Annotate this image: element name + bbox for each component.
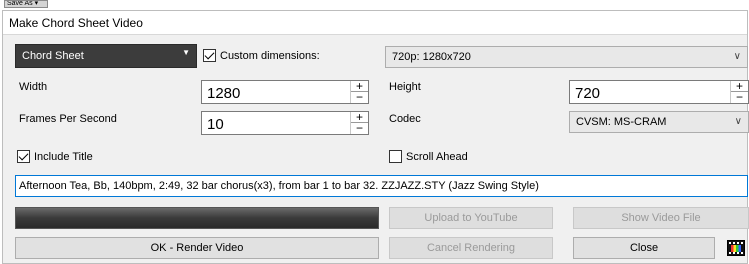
cancel-rendering-button[interactable]: Cancel Rendering bbox=[389, 237, 553, 259]
custom-dimensions-label: Custom dimensions: bbox=[220, 50, 320, 62]
render-progress-bar bbox=[15, 207, 379, 229]
width-spinbox[interactable]: 1280 + − bbox=[201, 80, 369, 104]
fps-decrement-button[interactable]: − bbox=[351, 122, 368, 134]
film-strip-icon[interactable] bbox=[727, 240, 745, 256]
render-video-button[interactable]: OK - Render Video bbox=[15, 237, 379, 259]
custom-dimensions-checkbox[interactable] bbox=[203, 49, 216, 62]
close-button[interactable]: Close bbox=[573, 237, 715, 259]
chevron-down-icon: ∨ bbox=[733, 51, 741, 62]
dropdown-arrow-icon: ▼ bbox=[182, 48, 190, 57]
include-title-label: Include Title bbox=[34, 151, 93, 163]
film-color-strip bbox=[731, 245, 741, 252]
width-spin-buttons: + − bbox=[350, 80, 368, 103]
width-decrement-button[interactable]: − bbox=[351, 91, 368, 103]
chevron-down-icon: ∨ bbox=[734, 116, 742, 127]
resolution-selected: 720p: 1280x720 bbox=[392, 51, 471, 63]
source-dropdown[interactable]: Chord Sheet ▼ bbox=[15, 44, 197, 68]
fps-spinbox[interactable]: 10 + − bbox=[201, 111, 369, 135]
fps-value: 10 bbox=[207, 116, 224, 133]
scroll-ahead-label: Scroll Ahead bbox=[406, 151, 468, 163]
save-as-button[interactable]: Save As ▾ bbox=[4, 0, 48, 8]
height-spin-buttons: + − bbox=[730, 80, 748, 103]
codec-label: Codec bbox=[389, 113, 421, 125]
width-value: 1280 bbox=[207, 85, 241, 102]
height-decrement-button[interactable]: − bbox=[731, 91, 748, 103]
dialog-title: Make Chord Sheet Video bbox=[3, 11, 747, 35]
make-chord-sheet-video-dialog: Make Chord Sheet Video Chord Sheet ▼ Cus… bbox=[2, 10, 749, 264]
source-selected: Chord Sheet bbox=[22, 50, 84, 62]
film-holes-bottom bbox=[729, 252, 743, 254]
fps-spin-buttons: + − bbox=[350, 111, 368, 134]
upload-youtube-button[interactable]: Upload to YouTube bbox=[389, 207, 553, 229]
width-label: Width bbox=[19, 81, 48, 93]
height-spinbox[interactable]: 720 + − bbox=[569, 80, 749, 104]
height-value: 720 bbox=[575, 85, 601, 102]
codec-selected: CVSM: MS-CRAM bbox=[576, 116, 667, 128]
fps-label: Frames Per Second bbox=[19, 113, 117, 125]
height-label: Height bbox=[389, 81, 421, 93]
codec-select[interactable]: CVSM: MS-CRAM ∨ bbox=[569, 111, 749, 133]
show-video-file-button[interactable]: Show Video File bbox=[573, 207, 749, 229]
include-title-checkbox[interactable] bbox=[17, 150, 30, 163]
scroll-ahead-checkbox[interactable] bbox=[389, 150, 402, 163]
film-holes-top bbox=[729, 242, 743, 244]
resolution-select[interactable]: 720p: 1280x720 ∨ bbox=[385, 46, 748, 68]
title-text-field[interactable]: Afternoon Tea, Bb, 140bpm, 2:49, 32 bar … bbox=[15, 175, 748, 197]
